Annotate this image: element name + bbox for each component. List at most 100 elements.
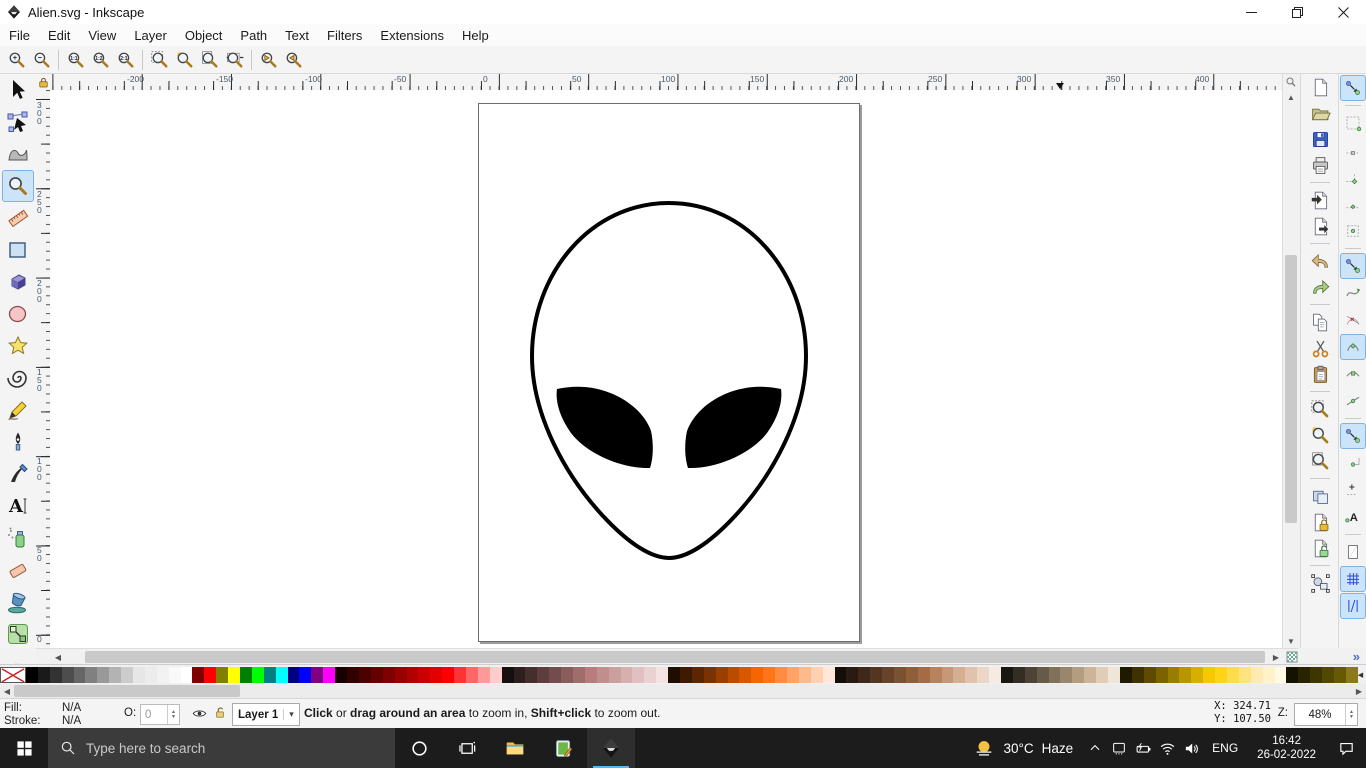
zoom-spin-arrows[interactable]: ▲▼	[1345, 704, 1357, 725]
layer-lock-icon[interactable]	[213, 705, 227, 720]
taskbar-cortana-button[interactable]	[395, 728, 443, 768]
duplicate-button[interactable]	[1306, 483, 1334, 509]
snap-grid-toggle[interactable]	[1340, 566, 1366, 592]
color-swatch[interactable]	[216, 667, 228, 683]
color-swatch[interactable]	[1286, 667, 1298, 683]
color-swatch[interactable]	[989, 667, 1001, 683]
color-swatch[interactable]	[811, 667, 823, 683]
snap-rotation-centers-toggle[interactable]	[1340, 477, 1366, 503]
zoom-2-1-button[interactable]: 2:1	[113, 48, 138, 72]
color-swatch[interactable]	[1191, 667, 1203, 683]
snap-text-baselines-toggle[interactable]: A	[1340, 504, 1366, 530]
color-swatch[interactable]	[573, 667, 585, 683]
star-tool[interactable]	[2, 330, 34, 362]
color-swatch[interactable]	[930, 667, 942, 683]
spray-tool[interactable]	[2, 522, 34, 554]
color-swatch[interactable]	[1334, 667, 1346, 683]
undo-button[interactable]	[1306, 248, 1334, 274]
color-swatch[interactable]	[359, 667, 371, 683]
color-swatch[interactable]	[1049, 667, 1061, 683]
zoom-next-button[interactable]	[281, 48, 306, 72]
color-swatch[interactable]	[109, 667, 121, 683]
color-swatch[interactable]	[1013, 667, 1025, 683]
color-swatch[interactable]	[942, 667, 954, 683]
menu-filters[interactable]: Filters	[318, 26, 371, 45]
color-swatch[interactable]	[97, 667, 109, 683]
snap-bbox-midpoints-toggle[interactable]	[1340, 191, 1366, 217]
color-swatch[interactable]	[751, 667, 763, 683]
fill-value[interactable]: N/A	[62, 702, 81, 714]
zoom-page-button[interactable]	[197, 48, 222, 72]
tray-battery-icon[interactable]	[1131, 740, 1155, 757]
color-swatch[interactable]	[276, 667, 288, 683]
color-swatch[interactable]	[407, 667, 419, 683]
color-swatch[interactable]	[1239, 667, 1251, 683]
color-swatch[interactable]	[514, 667, 526, 683]
box3d-tool[interactable]	[2, 266, 34, 298]
unlink-clone-button[interactable]	[1306, 535, 1334, 561]
zoom-drawing-button[interactable]	[1306, 422, 1334, 448]
snap-guides-toggle[interactable]	[1340, 593, 1366, 619]
color-swatch[interactable]	[561, 667, 573, 683]
color-swatch[interactable]	[454, 667, 466, 683]
zoom-page-button[interactable]	[1306, 448, 1334, 474]
color-swatch[interactable]	[85, 667, 97, 683]
layer-selector[interactable]: Layer 1 ▾	[232, 703, 300, 726]
color-swatch[interactable]	[1310, 667, 1322, 683]
save-button[interactable]	[1306, 126, 1334, 152]
color-swatch[interactable]	[680, 667, 692, 683]
color-swatch[interactable]	[537, 667, 549, 683]
color-swatch[interactable]	[906, 667, 918, 683]
color-swatch[interactable]	[418, 667, 430, 683]
palette-scroll-left-arrow[interactable]: ◀	[2, 686, 12, 696]
new-button[interactable]	[1306, 74, 1334, 100]
color-swatch[interactable]	[157, 667, 169, 683]
palette-scroll-thumb[interactable]	[14, 685, 240, 697]
color-swatch[interactable]	[502, 667, 514, 683]
color-swatch[interactable]	[739, 667, 751, 683]
color-swatch[interactable]	[62, 667, 74, 683]
zoom-drawing-button[interactable]	[172, 48, 197, 72]
enable-snapping-toggle[interactable]	[1340, 75, 1366, 101]
color-swatch[interactable]	[656, 667, 668, 683]
horizontal-ruler[interactable]: -200-150-100-50050100150200250300350400	[50, 74, 1282, 91]
clone-button[interactable]	[1306, 509, 1334, 535]
palette-scroll-right-arrow[interactable]: ▶	[1354, 686, 1364, 696]
color-swatch[interactable]	[977, 667, 989, 683]
color-swatch[interactable]	[383, 667, 395, 683]
color-swatch[interactable]	[894, 667, 906, 683]
palette-scrollbar[interactable]: ◀ ▶	[0, 684, 1366, 698]
tray-device-icon[interactable]	[1107, 740, 1131, 756]
color-swatch[interactable]	[335, 667, 347, 683]
snapbar-more-button[interactable]: »	[1353, 649, 1360, 664]
stroke-value[interactable]: N/A	[62, 715, 81, 727]
zoom-selection-button[interactable]	[1306, 396, 1334, 422]
snap-smooth-nodes-toggle[interactable]	[1340, 361, 1366, 387]
color-swatch[interactable]	[1203, 667, 1215, 683]
color-swatch[interactable]	[466, 667, 478, 683]
spiral-tool[interactable]	[2, 362, 34, 394]
zoom-1-1-button[interactable]: 1:1	[63, 48, 88, 72]
snap-page-border-toggle[interactable]	[1340, 539, 1366, 565]
color-swatch[interactable]	[1227, 667, 1239, 683]
color-swatch[interactable]	[882, 667, 894, 683]
color-swatch[interactable]	[430, 667, 442, 683]
menu-edit[interactable]: Edit	[39, 26, 79, 45]
menu-extensions[interactable]: Extensions	[371, 26, 453, 45]
layer-visibility-icon[interactable]	[192, 706, 207, 721]
snap-bbox-corners-toggle[interactable]	[1340, 164, 1366, 190]
color-swatch[interactable]	[597, 667, 609, 683]
vertical-scroll-thumb[interactable]	[1285, 255, 1297, 523]
color-swatch[interactable]	[1144, 667, 1156, 683]
snap-object-centers-toggle[interactable]	[1340, 450, 1366, 476]
color-swatch[interactable]	[1275, 667, 1287, 683]
color-swatch[interactable]	[38, 667, 50, 683]
scroll-right-arrow[interactable]: ▶	[1268, 649, 1284, 665]
color-swatch[interactable]	[965, 667, 977, 683]
redo-button[interactable]	[1306, 274, 1334, 300]
color-swatch[interactable]	[252, 667, 264, 683]
color-swatch[interactable]	[716, 667, 728, 683]
menu-object[interactable]: Object	[176, 26, 232, 45]
zoom-previous-button[interactable]	[256, 48, 281, 72]
tweak-tool[interactable]	[2, 138, 34, 170]
